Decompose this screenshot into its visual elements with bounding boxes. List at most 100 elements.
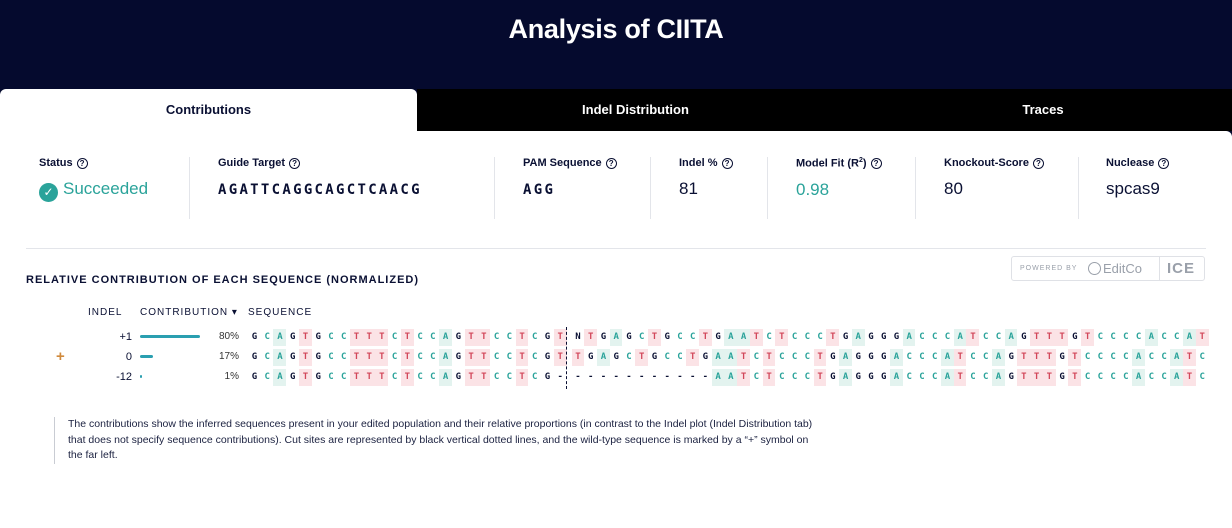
ice-logo: ICE: [1167, 260, 1196, 277]
base-gap: -: [686, 369, 700, 386]
powered-by-badge[interactable]: POWERED BY EditCo ICE: [1011, 256, 1205, 281]
base-c: C: [324, 349, 338, 366]
base-a: A: [711, 369, 725, 386]
column-header-indel[interactable]: INDEL: [88, 307, 122, 318]
contribution-bar: [140, 335, 200, 338]
base-g: G: [451, 369, 465, 386]
base-g: G: [877, 349, 891, 366]
base-t: T: [375, 369, 389, 386]
base-g: G: [541, 349, 555, 366]
info-icon[interactable]: ?: [870, 157, 882, 169]
base-c: C: [813, 329, 827, 346]
base-t: T: [298, 349, 312, 366]
indel-value: +1: [119, 331, 132, 343]
base-gap: -: [698, 369, 712, 386]
base-gap: -: [622, 369, 636, 386]
base-t: T: [362, 369, 376, 386]
base-a: A: [991, 369, 1005, 386]
section-title: RELATIVE CONTRIBUTION OF EACH SEQUENCE (…: [26, 274, 420, 286]
tab-contributions[interactable]: Contributions: [0, 89, 417, 131]
base-c: C: [1081, 349, 1095, 366]
base-t: T: [400, 329, 414, 346]
stat-pam-sequence: PAM Sequence? AGG: [523, 157, 617, 198]
divider: [767, 157, 768, 219]
base-t: T: [375, 329, 389, 346]
base-g: G: [851, 349, 865, 366]
info-icon[interactable]: ?: [289, 157, 301, 169]
base-c: C: [979, 349, 993, 366]
tab-traces[interactable]: Traces: [854, 89, 1232, 131]
sort-desc-icon[interactable]: ▾: [232, 307, 238, 318]
info-icon[interactable]: ?: [1158, 157, 1170, 169]
powered-by-text: POWERED BY: [1020, 265, 1078, 272]
base-c: C: [902, 349, 916, 366]
base-t: T: [298, 369, 312, 386]
contribution-bar: [140, 355, 153, 358]
base-a: A: [1144, 329, 1158, 346]
base-g: G: [248, 329, 261, 346]
base-c: C: [928, 329, 942, 346]
model-fit-value: 0.98: [796, 179, 830, 199]
divider: [650, 157, 651, 219]
base-g: G: [286, 369, 300, 386]
base-a: A: [940, 349, 954, 366]
base-c: C: [788, 329, 802, 346]
base-c: C: [413, 329, 427, 346]
guide-target-value: AGATTCAGGCAGCTCAACG: [218, 182, 422, 198]
tab-indel-distribution[interactable]: Indel Distribution: [417, 89, 854, 131]
base-g: G: [877, 329, 891, 346]
base-c: C: [1157, 329, 1171, 346]
base-g: G: [311, 349, 325, 366]
base-c: C: [979, 369, 993, 386]
base-c: C: [324, 369, 338, 386]
indel-value: 0: [125, 351, 132, 363]
base-g: G: [1004, 349, 1018, 366]
base-a: A: [940, 369, 954, 386]
info-icon[interactable]: ?: [605, 157, 617, 169]
base-c: C: [915, 369, 929, 386]
base-c: C: [1106, 369, 1120, 386]
base-t: T: [826, 329, 840, 346]
column-header-contribution[interactable]: CONTRIBUTION ▾: [140, 307, 238, 318]
base-t: T: [584, 329, 598, 346]
info-icon[interactable]: ?: [1032, 157, 1044, 169]
stat-nuclease: Nuclease? spcas9: [1106, 157, 1170, 199]
base-a: A: [1170, 349, 1184, 366]
base-t: T: [553, 329, 567, 346]
base-c: C: [388, 349, 402, 366]
base-c: C: [1093, 329, 1107, 346]
wild-type-marker: +: [56, 348, 65, 365]
base-t: T: [464, 349, 478, 366]
base-c: C: [426, 349, 440, 366]
base-c: C: [413, 349, 427, 366]
base-t: T: [400, 369, 414, 386]
base-g: G: [311, 369, 325, 386]
info-icon[interactable]: ?: [721, 157, 733, 169]
base-gap: -: [584, 369, 598, 386]
column-header-sequence[interactable]: SEQUENCE: [248, 307, 312, 318]
base-c: C: [928, 349, 942, 366]
base-c: C: [1106, 329, 1120, 346]
base-c: C: [1106, 349, 1120, 366]
base-c: C: [337, 349, 351, 366]
base-g: G: [286, 329, 300, 346]
stat-knockout-score: Knockout-Score? 80: [944, 157, 1044, 199]
base-t: T: [953, 349, 967, 366]
base-a: A: [273, 349, 287, 366]
info-icon[interactable]: ?: [76, 157, 88, 169]
contribution-bar: [140, 375, 142, 378]
base-t: T: [477, 349, 491, 366]
base-c: C: [622, 349, 636, 366]
base-g: G: [826, 369, 840, 386]
base-t: T: [762, 349, 776, 366]
pam-sequence-value: AGG: [523, 182, 556, 198]
base-c: C: [502, 349, 516, 366]
base-c: C: [749, 369, 763, 386]
pam-sequence-label: PAM Sequence: [523, 157, 602, 169]
base-c: C: [1170, 329, 1184, 346]
base-c: C: [1119, 329, 1133, 346]
base-c: C: [502, 329, 516, 346]
base-t: T: [1042, 349, 1056, 366]
base-t: T: [1195, 329, 1209, 346]
base-t: T: [477, 329, 491, 346]
